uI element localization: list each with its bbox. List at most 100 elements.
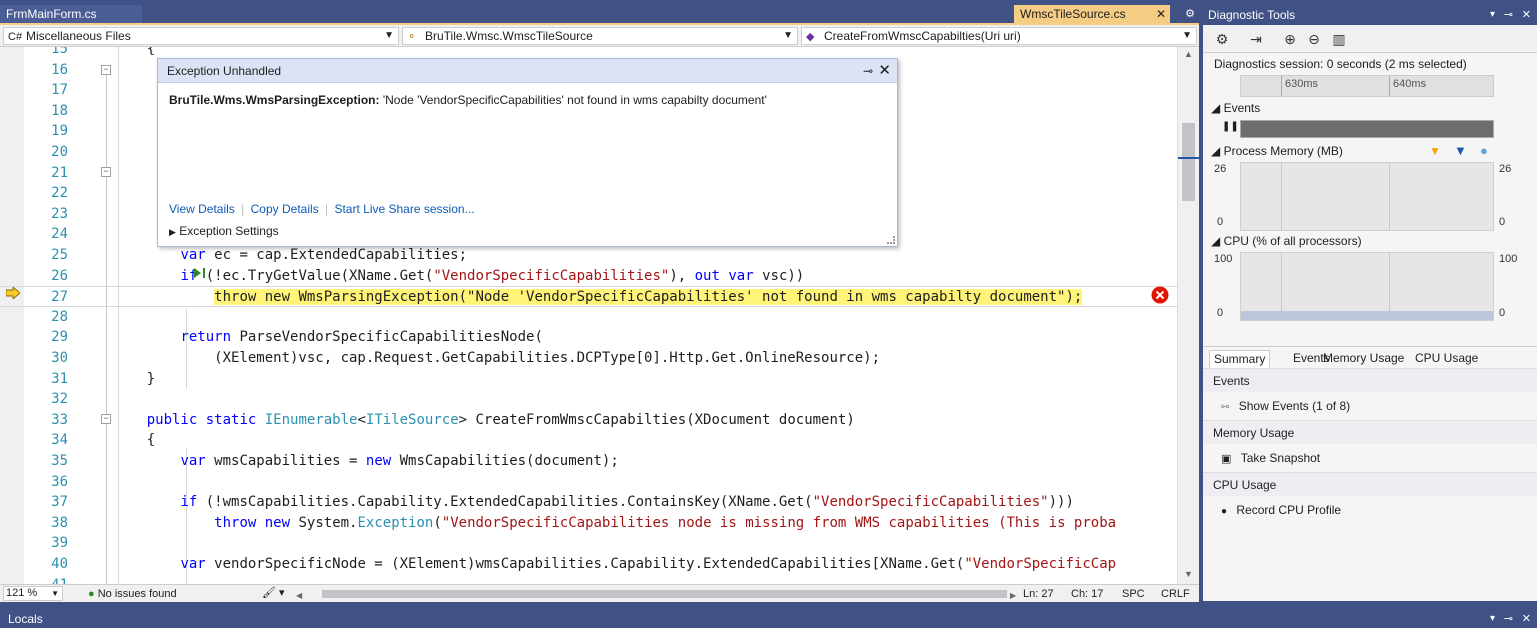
editor-vertical-scrollbar[interactable]: ▲ ▼: [1177, 47, 1200, 584]
line-number: 26: [51, 267, 68, 284]
code-line[interactable]: 37 if (!wmsCapabilities.Capability.Exten…: [0, 492, 1177, 513]
window-menu-icon[interactable]: ▾: [1490, 610, 1495, 628]
grid-line: [1389, 163, 1390, 230]
line-number: 37: [51, 494, 68, 511]
line-number: 20: [51, 144, 68, 160]
code-line[interactable]: 35 var wmsCapabilities = new WmsCapabili…: [0, 451, 1177, 472]
code-line[interactable]: 25 var ec = cap.ExtendedCapabilities;: [0, 245, 1177, 266]
code-line[interactable]: 31 }: [0, 369, 1177, 390]
tab-wmsctilesource[interactable]: WmscTileSource.cs ✕: [1014, 5, 1170, 23]
close-icon[interactable]: ✕: [878, 59, 891, 83]
code-line[interactable]: 34 {: [0, 430, 1177, 451]
window-menu-icon[interactable]: ▾: [1490, 5, 1495, 25]
code-text: var ec = cap.ExtendedCapabilities;: [180, 247, 468, 263]
exception-popup-header: Exception Unhandled ⊸ ✕: [158, 59, 897, 83]
zoom-out-icon[interactable]: ⊖: [1303, 29, 1325, 49]
line-number: 16: [51, 61, 68, 78]
issues-indicator[interactable]: ● No issues found: [88, 586, 177, 602]
code-line[interactable]: 29 return ParseVendorSpecificCapabilitie…: [0, 327, 1177, 348]
tick-line: [1389, 76, 1390, 96]
cpu-graph[interactable]: [1240, 252, 1494, 321]
close-icon[interactable]: ✕: [1522, 610, 1531, 628]
copy-details-link[interactable]: Copy Details: [251, 202, 319, 216]
code-line[interactable]: 27 throw new WmsParsingException("Node '…: [0, 286, 1177, 307]
run-to-here-icon[interactable]: [193, 267, 207, 279]
memory-section-label[interactable]: ◢ Process Memory (MB): [1211, 144, 1343, 158]
scrollbar-thumb[interactable]: [1182, 123, 1195, 201]
chart-icon[interactable]: ▥: [1328, 29, 1350, 49]
pin-icon[interactable]: ⊸: [1504, 610, 1513, 628]
zoom-in-icon[interactable]: ⊕: [1279, 29, 1301, 49]
code-line[interactable]: 30 (XElement)vsc, cap.Request.GetCapabil…: [0, 348, 1177, 369]
locals-panel-title: Locals ▾ ⊸ ✕: [0, 610, 1537, 628]
line-number: 35: [51, 453, 68, 469]
collapse-icon[interactable]: −: [101, 167, 111, 177]
pause-icon[interactable]: ❚❚: [1222, 121, 1239, 132]
close-tab-icon[interactable]: ✕: [1156, 5, 1166, 23]
event-marker-icon: ●: [1480, 143, 1488, 158]
link-separator: |: [241, 202, 245, 216]
class-dropdown[interactable]: ⚬ BruTile.Wmsc.WmscTileSource ▼: [402, 27, 798, 45]
tab-cpu-usage[interactable]: CPU Usage: [1411, 350, 1482, 368]
project-dropdown[interactable]: C# Miscellaneous Files ▼: [3, 27, 399, 45]
zoom-dropdown[interactable]: 121 % ▼: [3, 586, 63, 601]
code-line[interactable]: 39: [0, 533, 1177, 554]
code-line[interactable]: 40 var vendorSpecificNode = (XElement)wm…: [0, 554, 1177, 575]
whitespace-status[interactable]: SPC: [1122, 586, 1145, 602]
tab-memory-usage[interactable]: Memory Usage: [1319, 350, 1408, 368]
code-line[interactable]: 36: [0, 472, 1177, 493]
settings-gear-icon[interactable]: ⚙: [1182, 5, 1198, 23]
line-ending-status[interactable]: CRLF: [1161, 586, 1190, 602]
scroll-left-icon[interactable]: ◀: [296, 588, 306, 604]
tab-summary[interactable]: Summary: [1209, 350, 1271, 368]
line-number: 38: [51, 514, 68, 531]
resize-grip-icon[interactable]: [887, 236, 895, 244]
events-track[interactable]: [1240, 120, 1494, 138]
scroll-down-icon[interactable]: ▼: [1184, 569, 1193, 579]
cpu-axis-min-right: 0: [1499, 307, 1506, 319]
code-line[interactable]: 33 public static IEnumerable<ITileSource…: [0, 410, 1177, 431]
code-editor[interactable]: 15 {16 17 18 19 20 21 22 23 24 25 var ec = cap.Ex…: [0, 47, 1177, 584]
scrollbar-caret-marker: [1178, 157, 1200, 159]
live-share-link[interactable]: Start Live Share session...: [334, 202, 474, 216]
code-line[interactable]: 28: [0, 307, 1177, 328]
memory-axis-max-right: 26: [1499, 163, 1512, 175]
project-label: Miscellaneous Files: [26, 29, 131, 43]
scroll-right-icon[interactable]: ▶: [1010, 588, 1016, 604]
navigation-bar: C# Miscellaneous Files ▼ ⚬ BruTile.Wmsc.…: [0, 25, 1199, 47]
take-snapshot-item[interactable]: ▣ Take Snapshot: [1221, 451, 1320, 465]
code-line[interactable]: 38 throw new System.Exception("VendorSpe…: [0, 513, 1177, 534]
cpu-axis-min-left: 0: [1217, 307, 1224, 319]
exception-settings-expander[interactable]: ▶ Exception Settings: [169, 224, 279, 238]
cpu-section-label[interactable]: ◢ CPU (% of all processors): [1211, 234, 1362, 248]
view-details-link[interactable]: View Details: [169, 202, 235, 216]
method-icon: ◆: [806, 31, 815, 43]
show-events-item[interactable]: ⚯ Show Events (1 of 8): [1221, 399, 1350, 413]
code-line[interactable]: 41: [0, 575, 1177, 584]
line-number: 22: [51, 185, 68, 202]
memory-graph[interactable]: [1240, 162, 1494, 231]
close-icon[interactable]: ✕: [1522, 5, 1531, 25]
settings-gear-icon[interactable]: ⚙: [1211, 29, 1233, 49]
tab-frmmainform[interactable]: FrmMainForm.cs: [0, 5, 142, 23]
scroll-up-icon[interactable]: ▲: [1184, 49, 1193, 59]
timeline-ruler[interactable]: 630ms 640ms: [1240, 75, 1494, 97]
line-number: 27: [51, 289, 68, 306]
error-icon[interactable]: [1151, 286, 1169, 304]
gc-marker-icon: ▼: [1429, 144, 1441, 158]
collapse-icon[interactable]: −: [101, 414, 111, 424]
export-icon[interactable]: ⇥: [1245, 29, 1267, 49]
collapse-icon[interactable]: −: [101, 65, 111, 75]
code-cleanup-brush-icon[interactable]: 🖌 ▾: [262, 585, 285, 601]
locals-title: Locals: [8, 612, 43, 626]
code-line[interactable]: 26 if (!ec.TryGetValue(XName.Get("Vendor…: [0, 266, 1177, 287]
pin-icon[interactable]: ⊸: [1504, 5, 1513, 25]
code-line[interactable]: 32: [0, 389, 1177, 410]
code-text: return ParseVendorSpecificCapabilitiesNo…: [180, 329, 543, 346]
pin-icon[interactable]: ⊸: [863, 59, 873, 83]
member-dropdown[interactable]: ◆ CreateFromWmscCapabilties(Uri uri) ▼: [801, 27, 1197, 45]
cpu-usage-group-header: CPU Usage: [1203, 472, 1537, 496]
events-section-label[interactable]: ◢ Events: [1211, 101, 1260, 115]
record-cpu-item[interactable]: ● Record CPU Profile: [1221, 503, 1341, 517]
horizontal-scrollbar-thumb[interactable]: [322, 590, 1007, 598]
